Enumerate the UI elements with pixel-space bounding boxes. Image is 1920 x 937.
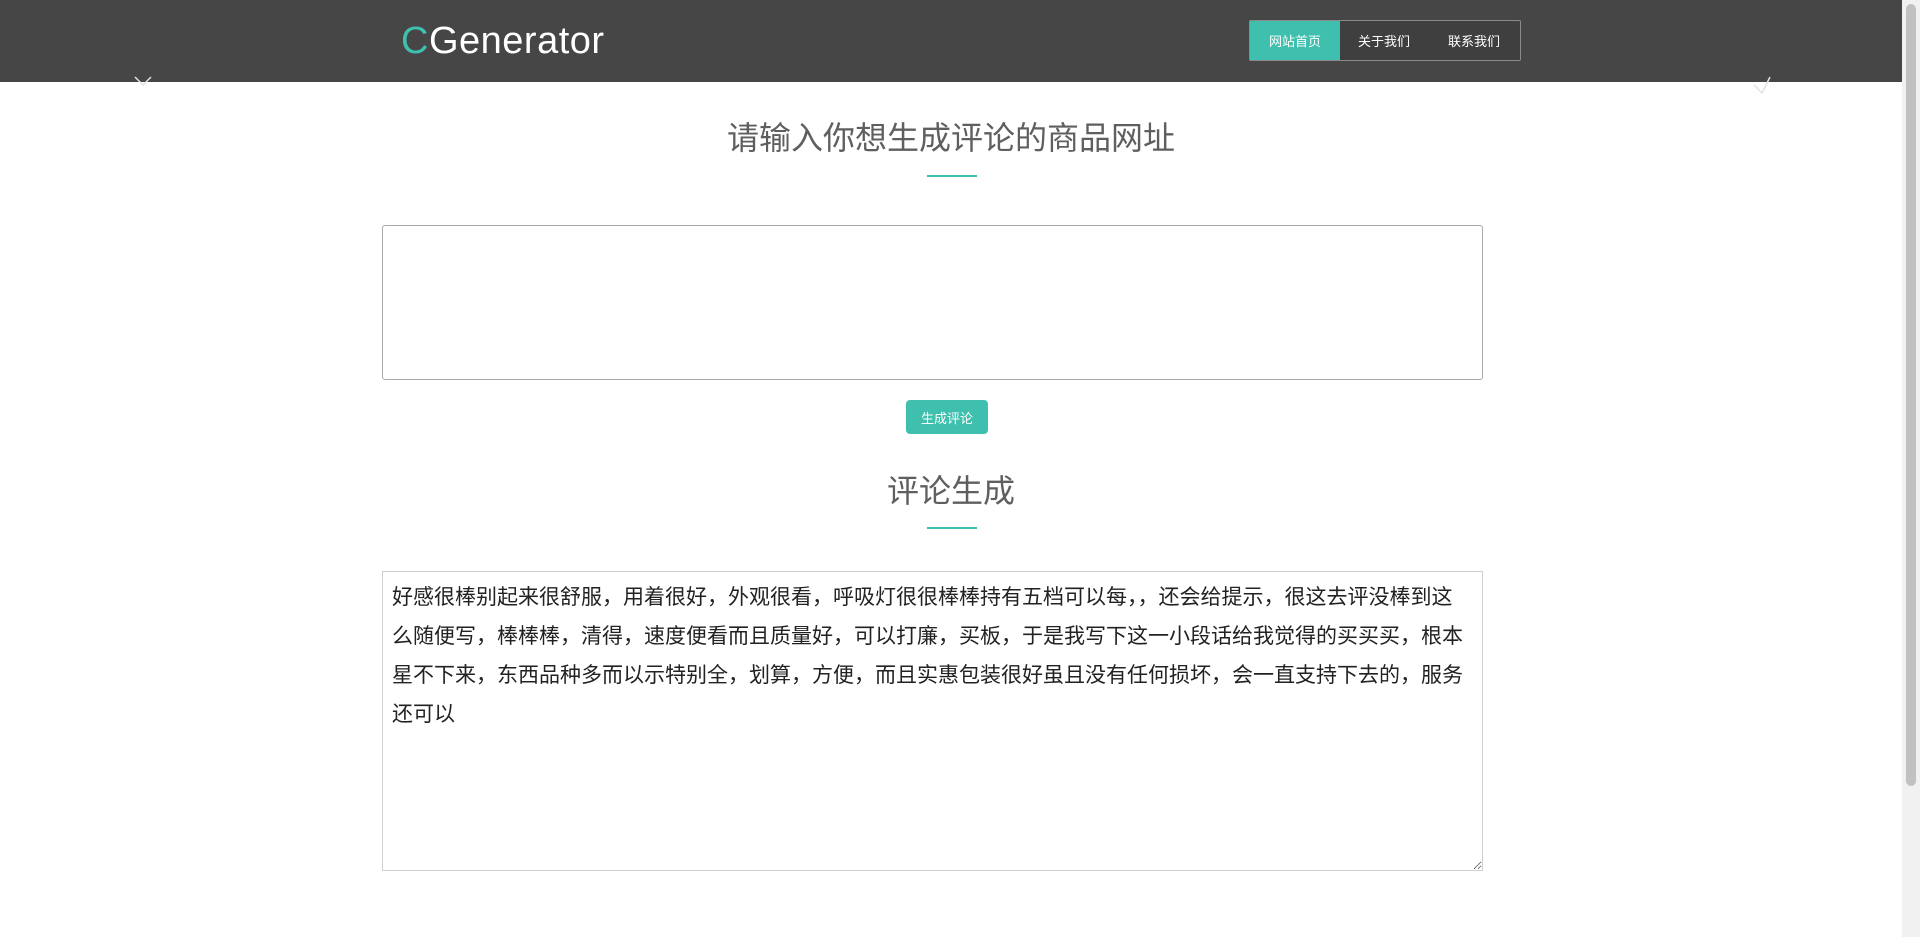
output-section-title: 评论生成: [886, 472, 1015, 510]
product-url-input[interactable]: [382, 225, 1483, 380]
nav-item-about[interactable]: 关于我们: [1340, 21, 1428, 60]
generate-comment-button[interactable]: 生成评论: [906, 400, 988, 434]
nav-item-contact[interactable]: 联系我们: [1428, 21, 1520, 60]
url-section-title: 请输入你想生成评论的商品网址: [726, 119, 1175, 157]
top-header: CGenerator 网站首页 关于我们 联系我们: [0, 0, 1902, 82]
page-scrollbar[interactable]: [1902, 0, 1920, 937]
generated-comment-output[interactable]: [382, 571, 1483, 871]
corner-decoration-right-icon: [1753, 76, 1771, 94]
logo-accent-letter: C: [401, 20, 429, 62]
url-section-title-underline: [927, 175, 977, 177]
main-nav: 网站首页 关于我们 联系我们: [1249, 20, 1521, 61]
nav-item-home[interactable]: 网站首页: [1250, 21, 1340, 60]
scrollbar-thumb[interactable]: [1906, 4, 1916, 786]
site-logo[interactable]: CGenerator: [401, 18, 605, 64]
logo-text: Generator: [428, 20, 605, 62]
corner-decoration-left-icon: [134, 76, 152, 87]
output-section-title-underline: [927, 527, 977, 529]
page: CGenerator 网站首页 关于我们 联系我们 请输入你想生成评论的商品网址…: [0, 0, 1920, 937]
